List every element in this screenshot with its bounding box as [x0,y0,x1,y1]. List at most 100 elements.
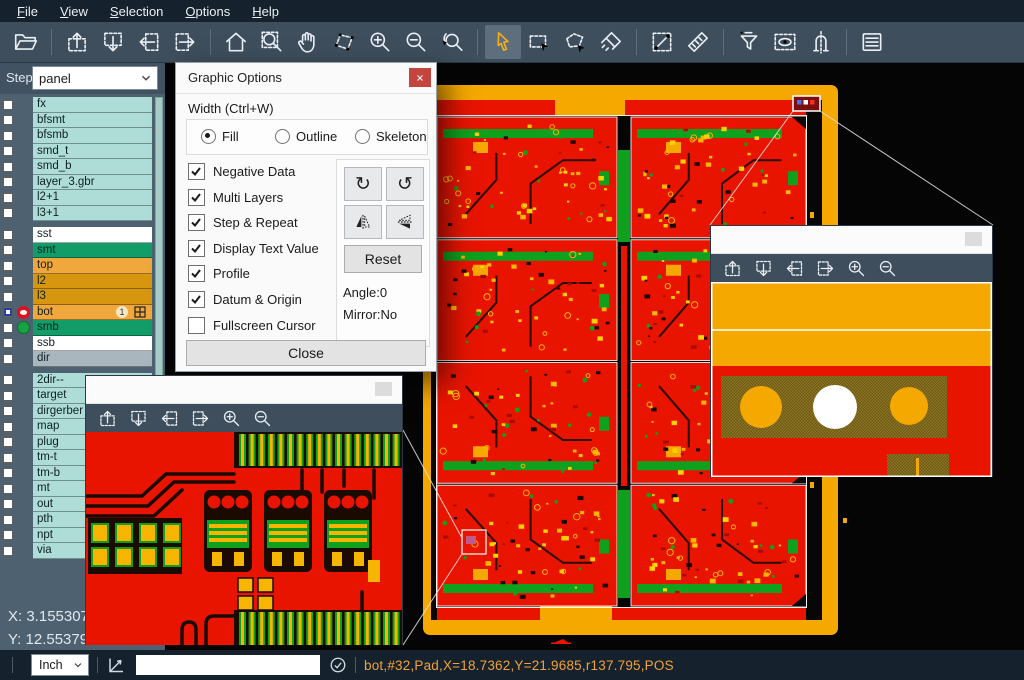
tool-measure-distance-button[interactable] [644,25,680,59]
zoom-window-2-button[interactable] [965,232,982,246]
layer-checkbox-tm-b[interactable] [2,467,14,479]
tool-home-button[interactable] [218,25,254,59]
tool-zoom-out-button[interactable] [872,256,903,281]
dialog-close-button[interactable] [409,68,431,87]
layer-active-dot-red[interactable] [17,306,30,319]
tool-pan-down-button[interactable] [95,25,131,59]
checkbox-negative-data[interactable]: Negative Data [188,163,295,180]
checkbox-multi-layers[interactable]: Multi Layers [188,189,283,206]
layer-checkbox-smt[interactable] [2,244,14,256]
layer-checkbox-bot[interactable] [2,306,14,318]
tool-pan-right-button[interactable] [167,25,203,59]
layer-checkbox-bfsmt[interactable] [2,114,14,126]
layer-checkbox-fx[interactable] [2,99,14,111]
angle-tool-icon[interactable] [106,655,126,675]
layer-checkbox-smd_b[interactable] [2,161,14,173]
tool-zoom-region-button[interactable] [254,25,290,59]
tool-select-arrow-button[interactable] [485,25,521,59]
layer-active-dot-green[interactable] [17,321,30,334]
tool-pan-left-button[interactable] [154,406,185,431]
zoom-window-2-titlebar[interactable] [711,226,992,254]
dialog-titlebar[interactable]: Graphic Options [176,63,436,94]
layer-label-bot[interactable]: bot1 [33,305,152,321]
tool-pan-down-button[interactable] [748,256,779,281]
layer-label-bfsmt[interactable]: bfsmt [33,113,152,129]
tool-pan-up-button[interactable] [92,406,123,431]
tool-filter-button[interactable] [731,25,767,59]
tool-pan-up-button[interactable] [717,256,748,281]
checkbox-profile[interactable]: Profile [188,265,250,282]
layer-label-bfsmb[interactable]: bfsmb [33,128,152,144]
tool-inspect-eye-button[interactable] [767,25,803,59]
layer-label-top[interactable]: top [33,258,152,274]
layer-label-fx[interactable]: fx [33,97,152,113]
layer-checkbox-dir[interactable] [2,353,14,365]
layer-label-l2+1[interactable]: l2+1 [33,190,152,206]
layer-label-smd_b[interactable]: smd_b [33,159,152,175]
close-button[interactable]: Close [186,340,426,366]
tool-pan-left-button[interactable] [779,256,810,281]
tool-rect-select-button[interactable] [521,25,557,59]
layer-checkbox-mt[interactable] [2,483,14,495]
layer-label-l3[interactable]: l3 [33,289,152,305]
layer-checkbox-via[interactable] [2,545,14,557]
zoom-window-1-titlebar[interactable] [86,376,402,404]
layer-checkbox-target[interactable] [2,390,14,402]
layer-checkbox-2dir--[interactable] [2,374,14,386]
layer-label-layer_3.gbr[interactable]: layer_3.gbr [33,175,152,191]
tool-report-panel-button[interactable] [854,25,890,59]
tool-brush-clean-button[interactable] [593,25,629,59]
layer-label-smd_t[interactable]: smd_t [33,144,152,160]
menu-view[interactable]: View [49,2,99,21]
tool-pan-down-button[interactable] [123,406,154,431]
layer-checkbox-out[interactable] [2,498,14,510]
layer-checkbox-sst[interactable] [2,229,14,241]
menu-options[interactable]: Options [174,2,241,21]
tool-zoom-previous-button[interactable] [434,25,470,59]
tool-pan-hand-button[interactable] [290,25,326,59]
layer-label-ssb[interactable]: ssb [33,336,152,352]
layer-label-smb[interactable]: smb [33,320,152,336]
radio-skeleton[interactable]: Skeleton [355,129,427,144]
layer-checkbox-l3[interactable] [2,291,14,303]
checkbox-display-text-value[interactable]: Display Text Value [188,240,319,257]
layer-checkbox-bfsmb[interactable] [2,130,14,142]
unit-select[interactable]: Inch [31,654,89,676]
layer-checkbox-smb[interactable] [2,322,14,334]
tool-zoom-in-button[interactable] [216,406,247,431]
layer-checkbox-smd_t[interactable] [2,145,14,157]
tool-ruler-button[interactable] [680,25,716,59]
layer-label-smt[interactable]: smt [33,243,152,259]
tool-pan-right-button[interactable] [810,256,841,281]
radio-fill[interactable]: Fill [201,129,239,144]
layer-checkbox-top[interactable] [2,260,14,272]
menu-file[interactable]: File [6,2,49,21]
rotate-cw-button[interactable]: ↻ [344,167,382,201]
tool-zoom-out-button[interactable] [247,406,278,431]
checkbox-datum-origin[interactable]: Datum & Origin [188,291,302,308]
radio-outline[interactable]: Outline [275,129,337,144]
tool-polygon-select-button[interactable] [557,25,593,59]
layer-label-l3+1[interactable]: l3+1 [33,206,152,222]
zoom-window-1-view[interactable] [86,432,402,645]
checkbox-step-repeat[interactable]: Step & Repeat [188,214,298,231]
reset-button[interactable]: Reset [344,245,422,273]
rotate-ccw-button[interactable]: ↺ [386,167,424,201]
tool-open-folder-button[interactable] [8,25,44,59]
layer-checkbox-layer_3.gbr[interactable] [2,176,14,188]
layer-checkbox-ssb[interactable] [2,337,14,349]
flip-horizontal-button[interactable] [344,205,382,239]
flip-vertical-button[interactable] [386,205,424,239]
tool-snap-magnet-button[interactable] [803,25,839,59]
layer-checkbox-l2[interactable] [2,275,14,287]
tool-zoom-in-button[interactable] [841,256,872,281]
layer-checkbox-tm-t[interactable] [2,452,14,464]
layer-label-dir[interactable]: dir [33,351,152,367]
layer-checkbox-dirgerber[interactable] [2,405,14,417]
layer-checkbox-l2+1[interactable] [2,192,14,204]
step-select[interactable]: panel [32,66,158,90]
command-input[interactable] [136,655,320,675]
layer-checkbox-l3+1[interactable] [2,207,14,219]
tool-pan-right-button[interactable] [185,406,216,431]
menu-selection[interactable]: Selection [99,2,174,21]
